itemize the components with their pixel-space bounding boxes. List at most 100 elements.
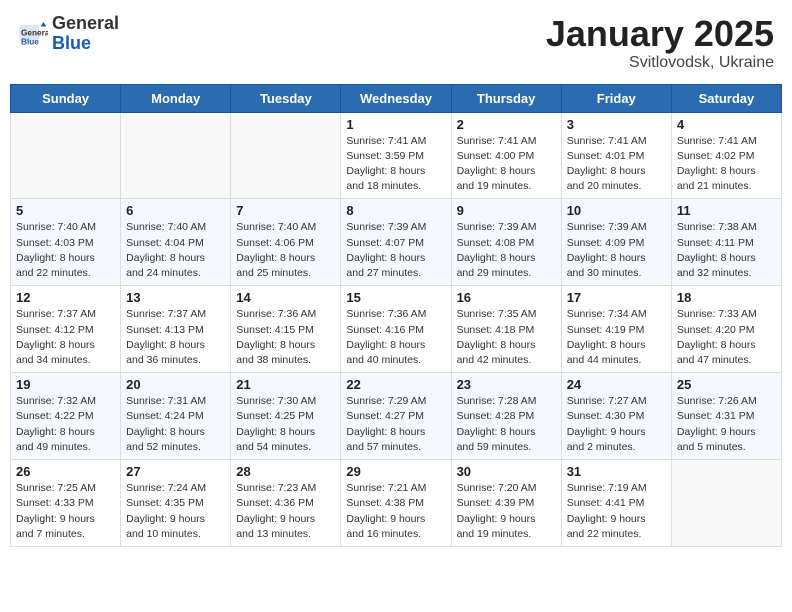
- day-number: 20: [126, 377, 225, 392]
- day-number: 23: [457, 377, 556, 392]
- calendar-cell: 29 Sunrise: 7:21 AM Sunset: 4:38 PM Dayli…: [341, 460, 451, 547]
- svg-text:Blue: Blue: [21, 37, 39, 46]
- calendar-cell: [231, 112, 341, 199]
- calendar-cell: 16Sunrise: 7:35 AM Sunset: 4:18 PM Dayli…: [451, 286, 561, 373]
- day-number: 27: [126, 464, 225, 479]
- day-number: 16: [457, 290, 556, 305]
- day-detail: Sunrise: 7:29 AM Sunset: 4:27 PM Dayligh…: [346, 394, 445, 455]
- day-detail: Sunrise: 7:21 AM Sunset: 4:38 PM Dayligh…: [346, 481, 445, 542]
- day-number: 3: [567, 117, 666, 132]
- weekday-header-sunday: Sunday: [11, 84, 121, 112]
- day-number: 9: [457, 203, 556, 218]
- day-number: 17: [567, 290, 666, 305]
- calendar-cell: 24Sunrise: 7:27 AM Sunset: 4:30 PM Dayli…: [561, 373, 671, 460]
- week-row-2: 5Sunrise: 7:40 AM Sunset: 4:03 PM Daylig…: [11, 199, 782, 286]
- day-number: 25: [677, 377, 776, 392]
- month-title: January 2025: [546, 14, 774, 54]
- subtitle: Svitlovodsk, Ukraine: [546, 54, 774, 72]
- calendar-cell: [671, 460, 781, 547]
- day-number: 26: [16, 464, 115, 479]
- weekday-header-friday: Friday: [561, 84, 671, 112]
- day-detail: Sunrise: 7:34 AM Sunset: 4:19 PM Dayligh…: [567, 307, 666, 368]
- day-number: 7: [236, 203, 335, 218]
- day-detail: Sunrise: 7:19 AM Sunset: 4:41 PM Dayligh…: [567, 481, 666, 542]
- calendar-cell: 3Sunrise: 7:41 AM Sunset: 4:01 PM Daylig…: [561, 112, 671, 199]
- day-number: 19: [16, 377, 115, 392]
- logo-text: General Blue: [52, 14, 119, 54]
- calendar-cell: 30 Sunrise: 7:20 AM Sunset: 4:39 PM Dayli…: [451, 460, 561, 547]
- calendar-cell: 12 Sunrise: 7:37 AM Sunset: 4:12 PM Dayli…: [11, 286, 121, 373]
- day-detail: Sunrise: 7:33 AM Sunset: 4:20 PM Dayligh…: [677, 307, 776, 368]
- calendar-cell: 9 Sunrise: 7:39 AM Sunset: 4:08 PM Daylig…: [451, 199, 561, 286]
- calendar-cell: 8 Sunrise: 7:39 AM Sunset: 4:07 PM Daylig…: [341, 199, 451, 286]
- calendar-cell: 28 Sunrise: 7:23 AM Sunset: 4:36 PM Dayli…: [231, 460, 341, 547]
- day-number: 2: [457, 117, 556, 132]
- day-detail: Sunrise: 7:24 AM Sunset: 4:35 PM Dayligh…: [126, 481, 225, 542]
- day-detail: Sunrise: 7:25 AM Sunset: 4:33 PM Dayligh…: [16, 481, 115, 542]
- day-detail: Sunrise: 7:39 AM Sunset: 4:07 PM Dayligh…: [346, 220, 445, 281]
- calendar-cell: 27 Sunrise: 7:24 AM Sunset: 4:35 PM Dayli…: [121, 460, 231, 547]
- day-detail: Sunrise: 7:26 AM Sunset: 4:31 PM Dayligh…: [677, 394, 776, 455]
- day-detail: Sunrise: 7:37 AM Sunset: 4:13 PM Dayligh…: [126, 307, 225, 368]
- calendar-table: SundayMondayTuesdayWednesdayThursdayFrid…: [10, 84, 782, 547]
- day-number: 8: [346, 203, 445, 218]
- day-detail: Sunrise: 7:39 AM Sunset: 4:09 PM Dayligh…: [567, 220, 666, 281]
- day-detail: Sunrise: 7:41 AM Sunset: 4:00 PM Dayligh…: [457, 134, 556, 195]
- logo-icon: General Blue: [18, 19, 48, 49]
- calendar-cell: 2 Sunrise: 7:41 AM Sunset: 4:00 PM Daylig…: [451, 112, 561, 199]
- day-number: 18: [677, 290, 776, 305]
- calendar-cell: 21Sunrise: 7:30 AM Sunset: 4:25 PM Dayli…: [231, 373, 341, 460]
- day-number: 29: [346, 464, 445, 479]
- day-detail: Sunrise: 7:40 AM Sunset: 4:06 PM Dayligh…: [236, 220, 335, 281]
- calendar-cell: 7 Sunrise: 7:40 AM Sunset: 4:06 PM Daylig…: [231, 199, 341, 286]
- calendar-cell: 11Sunrise: 7:38 AM Sunset: 4:11 PM Dayli…: [671, 199, 781, 286]
- logo-general-text: General: [52, 14, 119, 34]
- calendar-cell: 5Sunrise: 7:40 AM Sunset: 4:03 PM Daylig…: [11, 199, 121, 286]
- day-number: 24: [567, 377, 666, 392]
- day-number: 10: [567, 203, 666, 218]
- weekday-header-thursday: Thursday: [451, 84, 561, 112]
- day-number: 14: [236, 290, 335, 305]
- day-detail: Sunrise: 7:32 AM Sunset: 4:22 PM Dayligh…: [16, 394, 115, 455]
- day-number: 30: [457, 464, 556, 479]
- day-detail: Sunrise: 7:37 AM Sunset: 4:12 PM Dayligh…: [16, 307, 115, 368]
- weekday-header-saturday: Saturday: [671, 84, 781, 112]
- calendar-cell: [121, 112, 231, 199]
- svg-text:General: General: [21, 28, 48, 37]
- calendar-cell: 20Sunrise: 7:31 AM Sunset: 4:24 PM Dayli…: [121, 373, 231, 460]
- day-number: 6: [126, 203, 225, 218]
- calendar-cell: 4Sunrise: 7:41 AM Sunset: 4:02 PM Daylig…: [671, 112, 781, 199]
- calendar-cell: 22Sunrise: 7:29 AM Sunset: 4:27 PM Dayli…: [341, 373, 451, 460]
- day-detail: Sunrise: 7:39 AM Sunset: 4:08 PM Dayligh…: [457, 220, 556, 281]
- week-row-1: 1 Sunrise: 7:41 AM Sunset: 3:59 PM Daylig…: [11, 112, 782, 199]
- calendar-cell: 1 Sunrise: 7:41 AM Sunset: 3:59 PM Daylig…: [341, 112, 451, 199]
- day-number: 11: [677, 203, 776, 218]
- day-detail: Sunrise: 7:20 AM Sunset: 4:39 PM Dayligh…: [457, 481, 556, 542]
- calendar-cell: 25 Sunrise: 7:26 AM Sunset: 4:31 PM Dayli…: [671, 373, 781, 460]
- day-number: 12: [16, 290, 115, 305]
- day-detail: Sunrise: 7:36 AM Sunset: 4:15 PM Dayligh…: [236, 307, 335, 368]
- day-detail: Sunrise: 7:41 AM Sunset: 3:59 PM Dayligh…: [346, 134, 445, 195]
- weekday-header-monday: Monday: [121, 84, 231, 112]
- calendar-cell: 18 Sunrise: 7:33 AM Sunset: 4:20 PM Dayli…: [671, 286, 781, 373]
- weekday-header-wednesday: Wednesday: [341, 84, 451, 112]
- calendar-cell: 17 Sunrise: 7:34 AM Sunset: 4:19 PM Dayli…: [561, 286, 671, 373]
- logo: General Blue General Blue: [18, 14, 119, 54]
- calendar-cell: [11, 112, 121, 199]
- week-row-5: 26 Sunrise: 7:25 AM Sunset: 4:33 PM Dayli…: [11, 460, 782, 547]
- day-number: 5: [16, 203, 115, 218]
- calendar-cell: 14 Sunrise: 7:36 AM Sunset: 4:15 PM Dayli…: [231, 286, 341, 373]
- calendar-cell: 10 Sunrise: 7:39 AM Sunset: 4:09 PM Dayli…: [561, 199, 671, 286]
- page-header: General Blue General Blue January 2025 S…: [10, 10, 782, 76]
- day-detail: Sunrise: 7:28 AM Sunset: 4:28 PM Dayligh…: [457, 394, 556, 455]
- day-number: 1: [346, 117, 445, 132]
- calendar-cell: 6 Sunrise: 7:40 AM Sunset: 4:04 PM Daylig…: [121, 199, 231, 286]
- day-detail: Sunrise: 7:36 AM Sunset: 4:16 PM Dayligh…: [346, 307, 445, 368]
- calendar-cell: 31Sunrise: 7:19 AM Sunset: 4:41 PM Dayli…: [561, 460, 671, 547]
- calendar-cell: 26 Sunrise: 7:25 AM Sunset: 4:33 PM Dayli…: [11, 460, 121, 547]
- day-detail: Sunrise: 7:23 AM Sunset: 4:36 PM Dayligh…: [236, 481, 335, 542]
- day-detail: Sunrise: 7:40 AM Sunset: 4:04 PM Dayligh…: [126, 220, 225, 281]
- week-row-4: 19 Sunrise: 7:32 AM Sunset: 4:22 PM Dayli…: [11, 373, 782, 460]
- day-number: 28: [236, 464, 335, 479]
- day-detail: Sunrise: 7:30 AM Sunset: 4:25 PM Dayligh…: [236, 394, 335, 455]
